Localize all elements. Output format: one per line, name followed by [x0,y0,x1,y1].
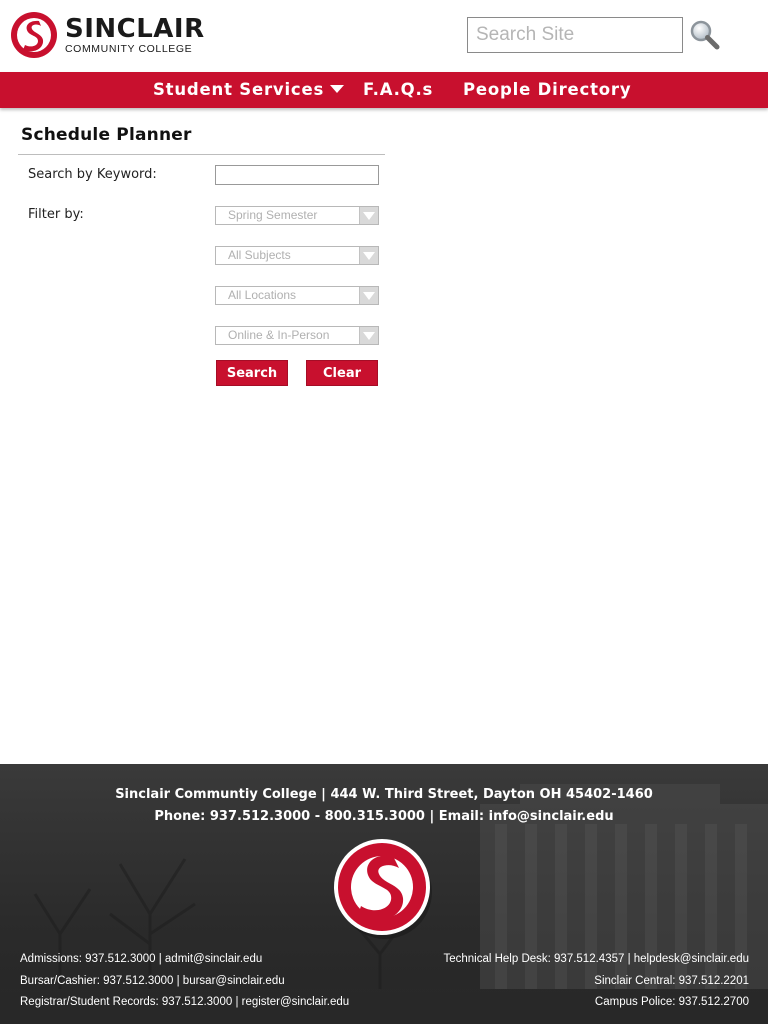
campus-police-contact: Campus Police: 937.512.2700 [594,996,749,1008]
nav-people-directory-label: People Directory [463,80,632,99]
semester-select-value: Spring Semester [228,208,318,222]
subject-select-value: All Subjects [228,248,291,262]
sinclair-s-logo-icon [11,12,57,58]
nav-student-services[interactable]: Student Services [153,72,345,108]
site-footer: Sinclair Communtiy College | 444 W. Thir… [0,764,768,1024]
dropdown-arrow-icon [359,327,378,344]
brand-name: SINCLAIR [65,13,205,44]
nav-people-directory[interactable]: People Directory [463,72,631,108]
title-divider [18,154,385,155]
caret-down-icon [330,84,345,93]
page-title: Schedule Planner [21,125,192,145]
delivery-mode-select[interactable]: Online & In-Person [215,326,379,345]
location-select-value: All Locations [228,288,297,302]
delivery-mode-select-value: Online & In-Person [228,328,330,342]
footer-address: Sinclair Communtiy College | 444 W. Thir… [115,787,653,802]
semester-select[interactable]: Spring Semester [215,206,379,225]
bursar-contact: Bursar/Cashier: 937.512.3000 | bursar@si… [20,975,285,987]
keyword-input[interactable] [215,165,379,185]
subject-select[interactable]: All Subjects [215,246,379,265]
dropdown-arrow-icon [359,247,378,264]
nav-faqs[interactable]: F.A.Q.s [363,72,433,108]
sinclair-logo[interactable]: SINCLAIR COMMUNITY COLLEGE [11,12,205,58]
admissions-contact: Admissions: 937.512.3000 | admit@sinclai… [20,953,263,965]
footer-phone-email: Phone: 937.512.3000 - 800.315.3000 | Ema… [154,809,614,824]
keyword-label: Search by Keyword: [28,167,157,182]
nav-faqs-label: F.A.Q.s [363,80,434,99]
site-search-input[interactable] [467,17,683,53]
filter-label: Filter by: [28,207,84,222]
helpdesk-contact: Technical Help Desk: 937.512.4357 | help… [443,953,749,965]
location-select[interactable]: All Locations [215,286,379,305]
magnifier-icon[interactable] [689,19,721,51]
search-button[interactable]: Search [216,360,288,386]
main-nav: Student Services F.A.Q.s People Director… [0,72,768,108]
sinclair-seal-logo-icon [333,836,433,942]
dropdown-arrow-icon [359,207,378,224]
nav-student-services-label: Student Services [153,80,325,99]
clear-button[interactable]: Clear [306,360,378,386]
brand-subtitle: COMMUNITY COLLEGE [65,42,193,55]
site-header: SINCLAIR COMMUNITY COLLEGE [0,0,768,72]
dropdown-arrow-icon [359,287,378,304]
sinclair-central-contact: Sinclair Central: 937.512.2201 [594,975,749,987]
registrar-contact: Registrar/Student Records: 937.512.3000 … [20,996,350,1008]
